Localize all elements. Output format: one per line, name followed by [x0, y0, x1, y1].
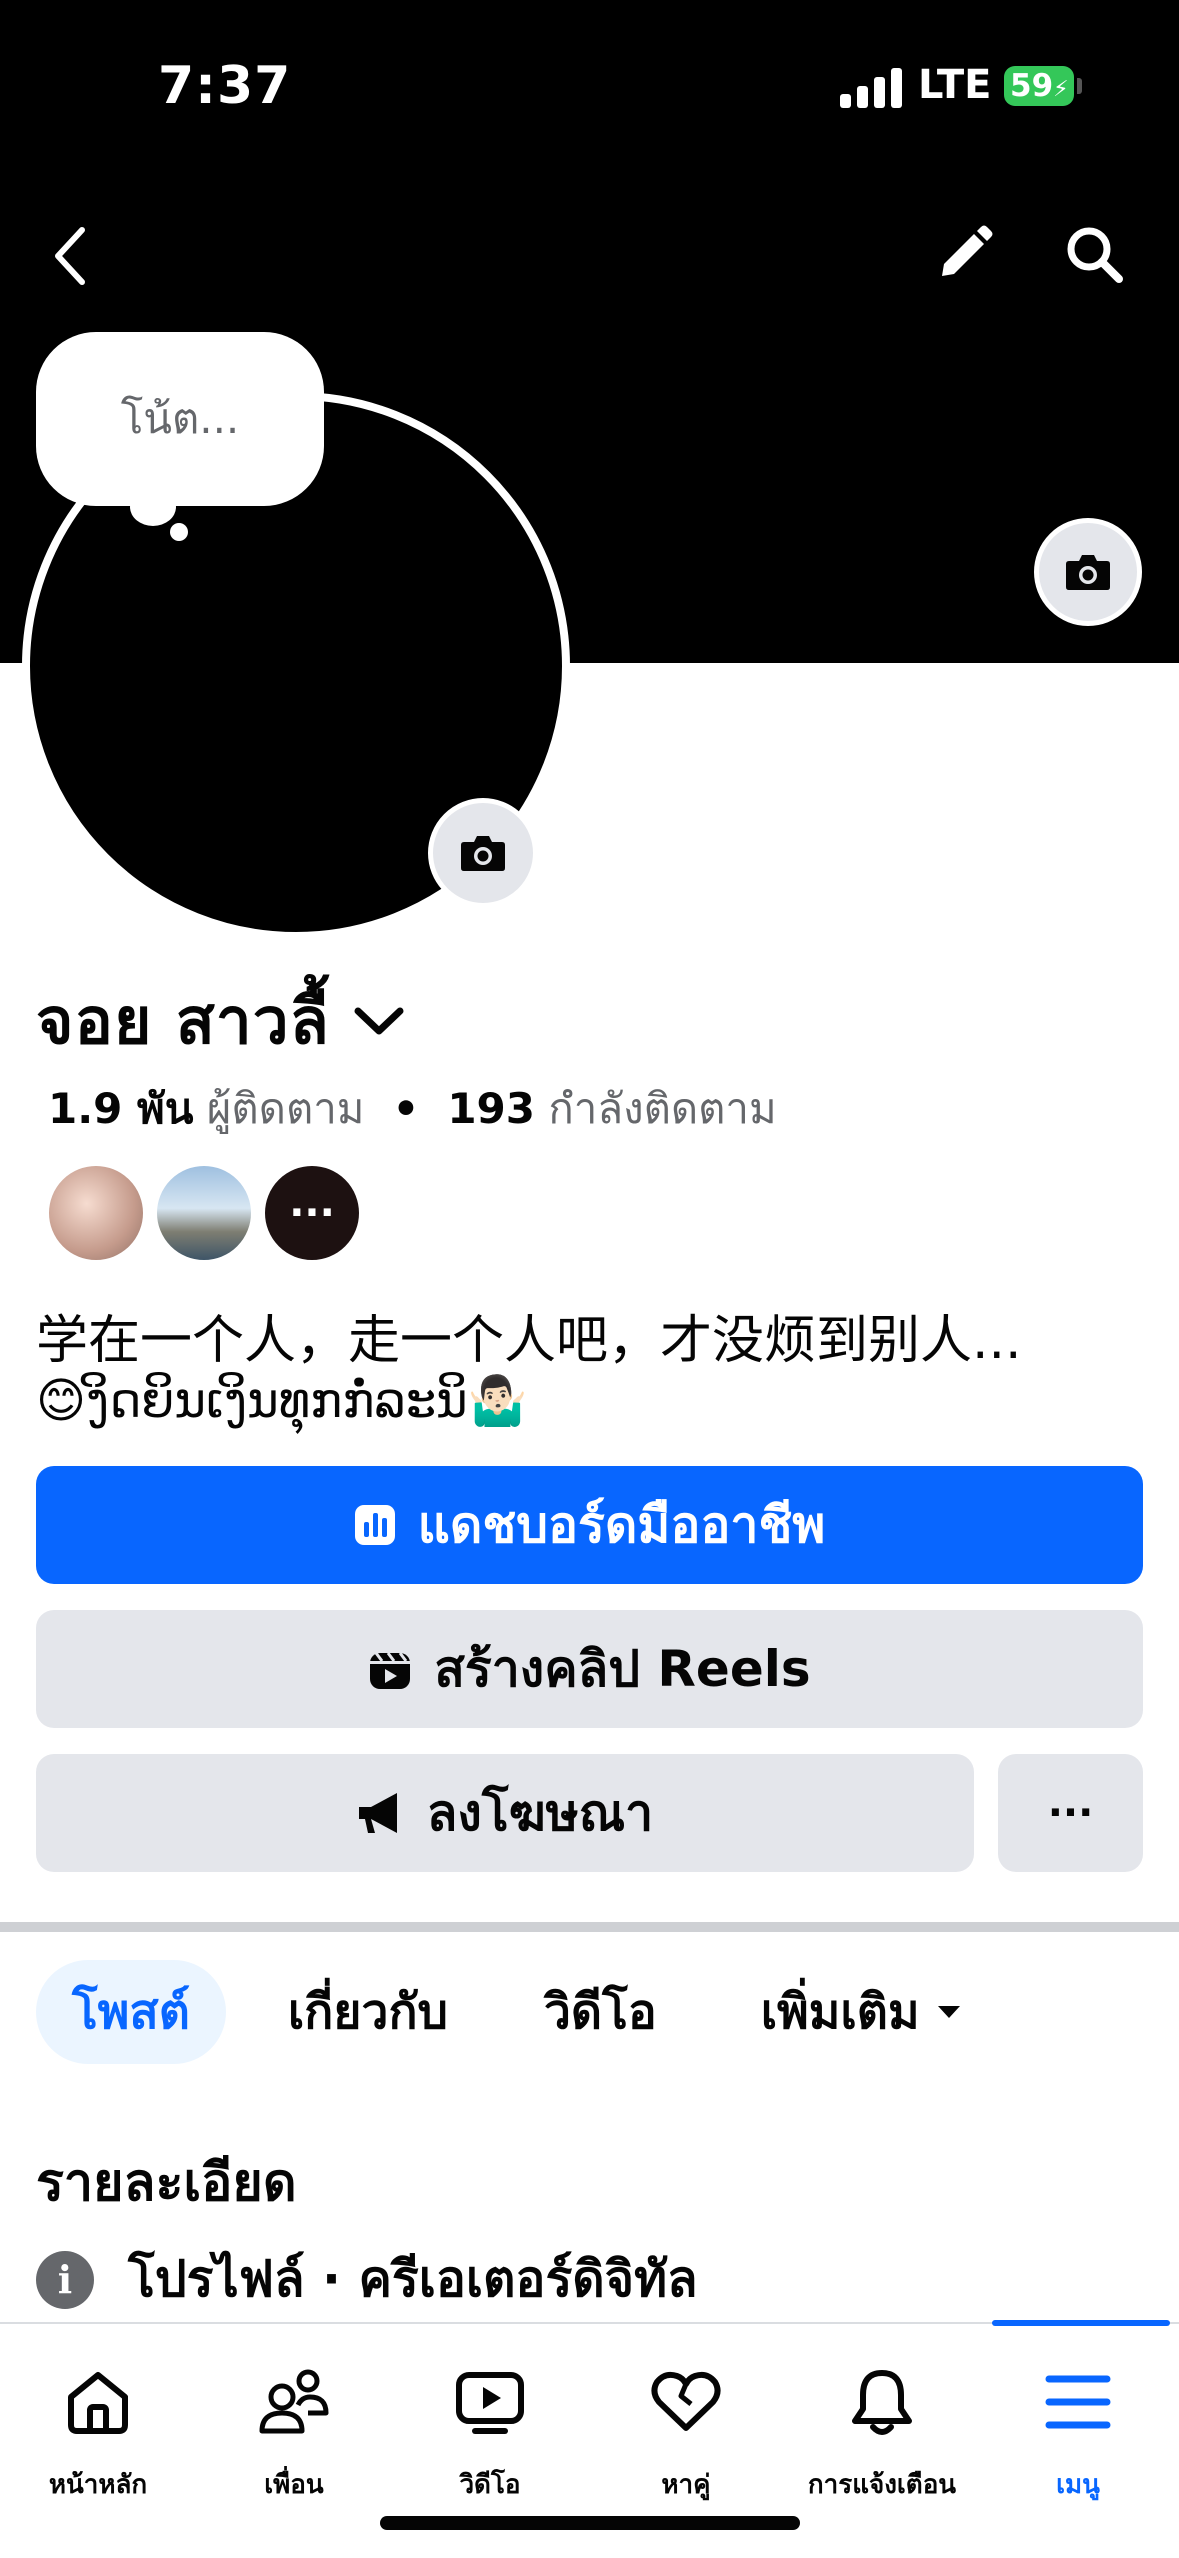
nav-dating[interactable]: หาคู่	[588, 2324, 784, 2524]
section-divider	[0, 1922, 1179, 1932]
battery-icon: 59⚡	[1004, 66, 1074, 106]
bio-line: 😊ງິດຍິນເງິນທຸກກໍ່ລະນິ🤷🏻‍♂️	[36, 1373, 528, 1429]
home-indicator[interactable]	[380, 2516, 800, 2530]
dating-heart-icon	[651, 2371, 721, 2431]
friends-icon	[259, 2369, 329, 2434]
back-button[interactable]	[40, 218, 100, 294]
nav-video[interactable]: วิดีโอ	[392, 2324, 588, 2524]
bar-chart-icon	[354, 1505, 395, 1545]
details-heading: รายละเอียด	[36, 2153, 297, 2213]
profile-tabs: โพสต์ เกี่ยวกับ วิดีโอ เพิ่มเติม	[36, 1958, 1002, 2066]
edit-button[interactable]	[924, 214, 1004, 294]
nav-home[interactable]: หน้าหลัก	[0, 2324, 196, 2524]
tab-about[interactable]: เกี่ยวกับ	[248, 1960, 488, 2064]
nav-notifications-label: การแจ้งเตือน	[807, 2470, 957, 2500]
nav-dating-label: หาคู่	[661, 2470, 711, 2500]
follow-stats[interactable]: 1.9 พัน ผู้ติดตาม • 193 กำลังติดตาม	[48, 1076, 777, 1142]
nav-friends-label: เพื่อน	[264, 2470, 324, 2500]
note-placeholder: โน้ต...	[120, 394, 240, 443]
advertise-label: ลงโฆษณา	[426, 1783, 654, 1842]
menu-icon	[1045, 2375, 1111, 2429]
more-options-button[interactable]: ···	[998, 1754, 1143, 1872]
camera-icon	[1066, 555, 1110, 590]
friend-avatar[interactable]	[154, 1163, 254, 1263]
tab-posts[interactable]: โพสต์	[36, 1960, 226, 2064]
chevron-down-icon	[354, 1007, 404, 1035]
battery-level: 59	[1010, 68, 1054, 104]
battery-cap	[1077, 78, 1082, 94]
create-reels-label: สร้างคลิป Reels	[434, 1639, 811, 1698]
create-reels-button[interactable]: สร้างคลิป Reels	[36, 1610, 1143, 1728]
reels-icon	[370, 1652, 411, 1689]
professional-dashboard-label: แดชบอร์ดมืออาชีพ	[417, 1495, 826, 1554]
signal-icon	[840, 66, 902, 108]
nav-notifications[interactable]: การแจ้งเตือน	[784, 2324, 980, 2524]
network-label: LTE	[918, 62, 992, 108]
pencil-icon	[942, 225, 993, 276]
tab-videos[interactable]: วิดีโอ	[504, 1960, 697, 2064]
bell-icon	[852, 2370, 912, 2435]
following-count: 193	[447, 1084, 535, 1133]
nav-menu-label: เมนู	[1056, 2470, 1100, 2500]
cover-camera-button[interactable]	[1034, 518, 1142, 626]
info-icon: i	[36, 2250, 94, 2309]
profile-name: จอย สาวลื้	[36, 985, 330, 1059]
profile-category-row: i โปรไฟล์ · ครีเอเตอร์ดิจิทัล	[36, 2240, 698, 2319]
profile-camera-button[interactable]	[428, 798, 538, 908]
more-friends-button[interactable]: ···	[262, 1163, 362, 1263]
profile-name-row[interactable]: จอย สาวลื้	[36, 970, 406, 1072]
active-tab-indicator	[992, 2320, 1170, 2326]
following-label: กำลังติดตาม	[548, 1084, 777, 1133]
nav-video-label: วิดีโอ	[459, 2470, 521, 2500]
status-time: 7:37	[158, 56, 292, 116]
nav-home-label: หน้าหลัก	[48, 2470, 148, 2500]
stats-separator: •	[377, 1084, 434, 1133]
chevron-left-icon	[55, 227, 85, 285]
professional-dashboard-button[interactable]: แดชบอร์ดมืออาชีพ	[36, 1466, 1143, 1584]
followers-count: 1.9 พัน	[48, 1084, 194, 1133]
search-icon	[1067, 227, 1123, 283]
home-icon	[68, 2372, 128, 2434]
nav-friends[interactable]: เพื่อน	[196, 2324, 392, 2524]
note-bubble-tail-dot	[170, 523, 188, 541]
bio-line: 学在一个人，走一个人吧，才没烦到别人...	[36, 1311, 1022, 1371]
megaphone-icon	[358, 1793, 397, 1833]
tab-more-label: เพิ่มเติม	[760, 1984, 920, 2040]
video-icon	[456, 2372, 524, 2434]
nav-menu[interactable]: เมนู	[980, 2324, 1176, 2524]
tab-more[interactable]: เพิ่มเติม	[721, 1960, 1002, 2064]
followers-label: ผู้ติดตาม	[206, 1084, 365, 1133]
caret-down-icon	[937, 2006, 960, 2018]
search-button[interactable]	[1054, 214, 1134, 294]
profile-category-text: โปรไฟล์ · ครีเอเตอร์ดิจิทัล	[128, 2250, 698, 2308]
friend-avatar[interactable]	[46, 1163, 146, 1263]
camera-icon	[461, 836, 505, 871]
advertise-button[interactable]: ลงโฆษณา	[36, 1754, 974, 1872]
note-bubble-tail	[130, 488, 176, 526]
note-bubble[interactable]: โน้ต...	[36, 332, 324, 506]
